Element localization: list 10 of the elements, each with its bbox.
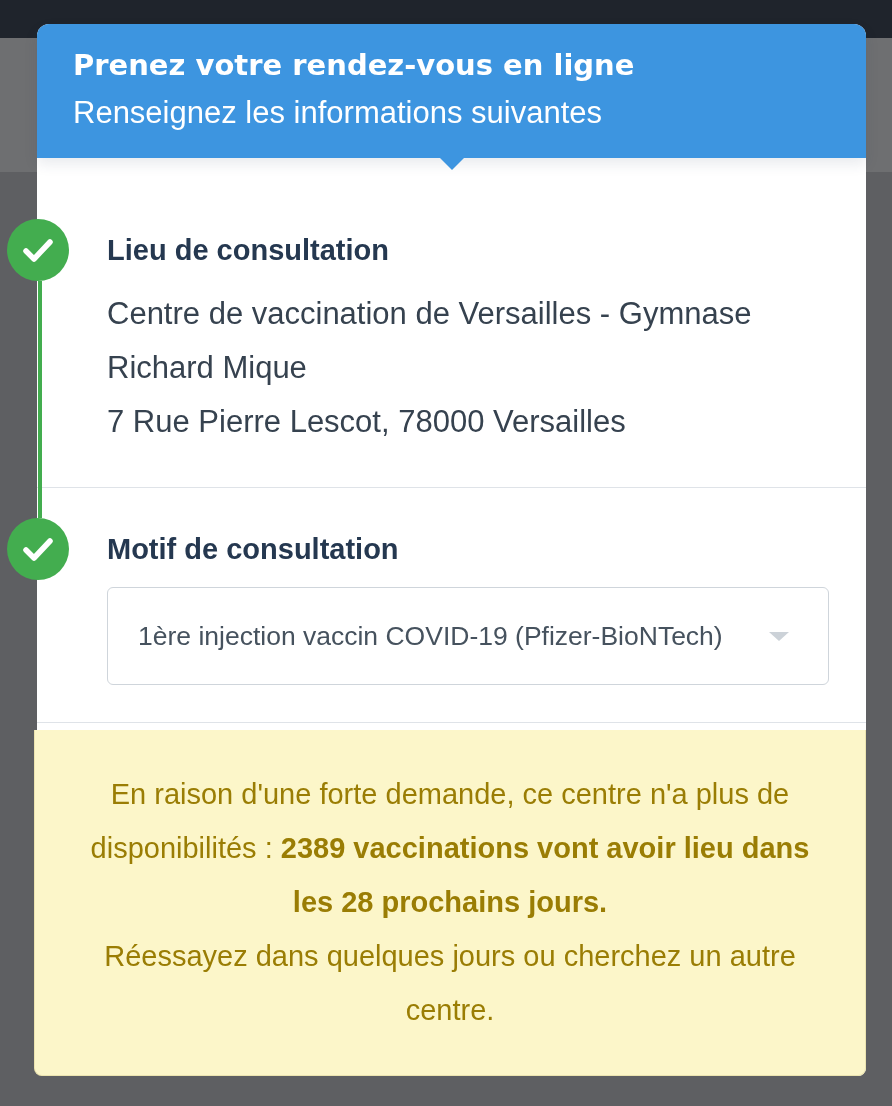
- select-field[interactable]: 1ère injection vaccin COVID-19 (Pfizer-BioNTech): [107, 587, 829, 685]
- notice-text: En raison d'une forte demande, ce centre n'a plus de disponibilités : 2389 vaccinations vont avoir lieu dans les 28 prochains jours.: [89, 777, 811, 920]
- notice-text: Réessayez dans quelques jours ou cherchez un autre centre.: [103, 939, 797, 1028]
- dialog-subtitle: Renseignez les informations suivantes: [73, 94, 603, 132]
- caret-icon: [769, 631, 789, 641]
- location-text: Centre de vaccination de Versailles - Gymnase Richard Mique: [107, 295, 753, 387]
- step-heading: Lieu de consultation: [107, 233, 390, 268]
- step-heading: Motif de consultation: [107, 532, 400, 567]
- location-text: 7 Rue Pierre Lescot, 78000 Versailles: [107, 403, 627, 441]
- dialog-title: Prenez votre rendez-vous en ligne: [73, 47, 636, 84]
